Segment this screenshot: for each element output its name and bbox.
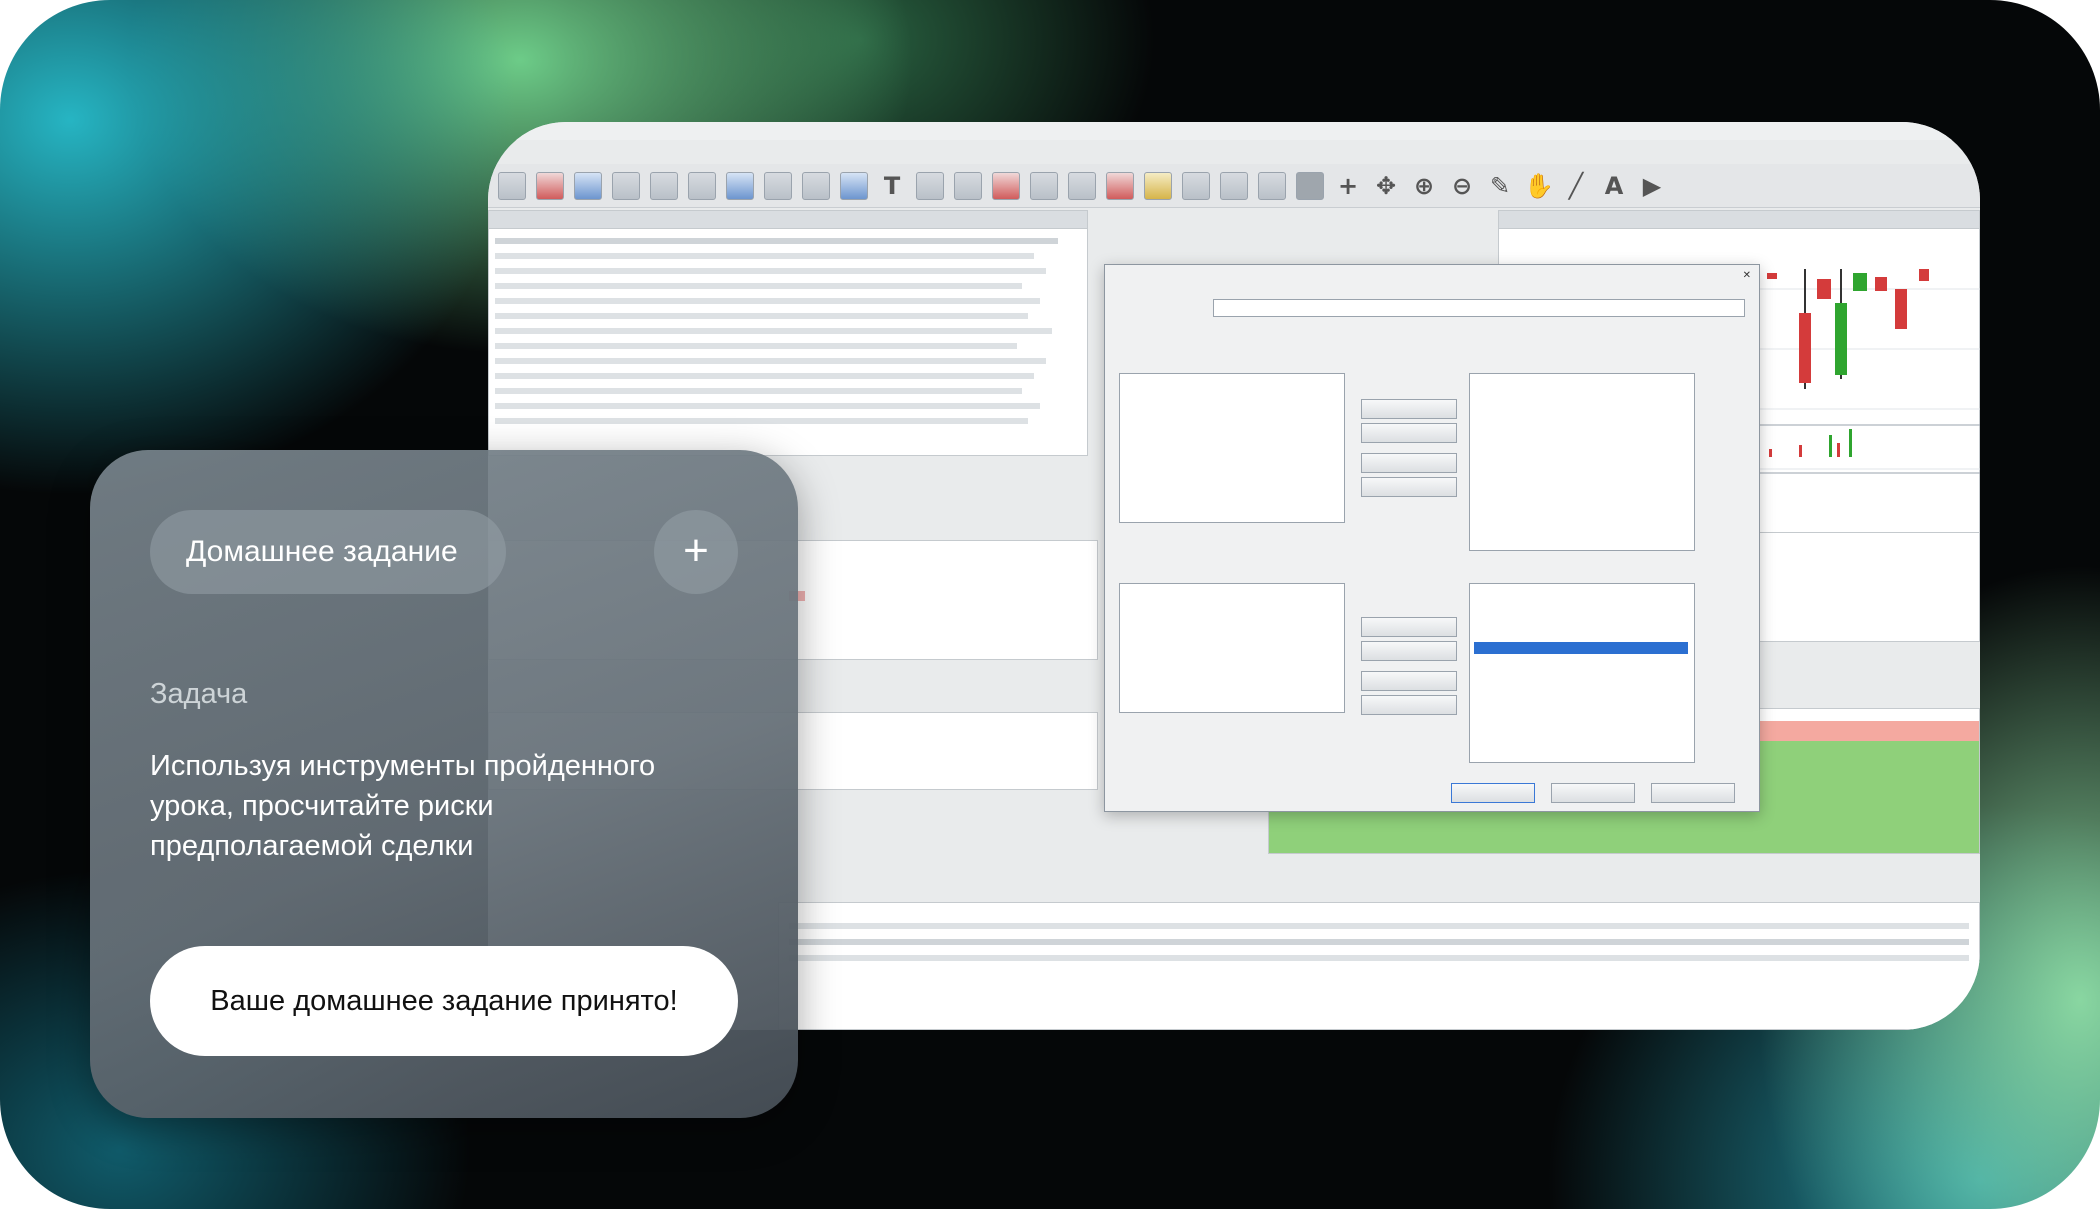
- toolbar-button: [726, 171, 754, 200]
- quotes-pane: [488, 210, 1088, 456]
- dialog-help-button: [1651, 783, 1735, 803]
- add-button[interactable]: +: [654, 510, 738, 594]
- close-icon: ✕: [1742, 270, 1751, 281]
- dialog-title: ✕: [1105, 265, 1759, 287]
- toolbar-button: [574, 171, 602, 200]
- dialog-button: [1361, 477, 1457, 497]
- dialog-button: [1361, 617, 1457, 637]
- available-instruments-list: [1119, 373, 1345, 523]
- dialog-cancel-button: [1551, 783, 1635, 803]
- info-icon: [840, 171, 868, 200]
- selected-params-list: [1469, 583, 1695, 763]
- toolbar-button: [992, 171, 1020, 200]
- toolbar-button: [650, 171, 678, 200]
- toolbar-button: [954, 171, 982, 200]
- chart-header: [1499, 211, 1979, 229]
- toolbar-button: [1258, 171, 1286, 200]
- text-tool-icon: T: [883, 171, 901, 200]
- toolbar-button: [1030, 171, 1058, 200]
- dialog-button: [1361, 641, 1457, 661]
- dialog-name-field: [1213, 299, 1745, 317]
- dialog-button: [1361, 453, 1457, 473]
- toolbar-button: [612, 171, 640, 200]
- toolbar-button: [1068, 171, 1096, 200]
- terminal-menubar: [488, 142, 1980, 160]
- crosshair-icon: +: [1337, 171, 1359, 200]
- toolbar-button: [498, 171, 526, 200]
- toolbar-button: [916, 171, 944, 200]
- quotes-pane-header: [489, 211, 1087, 229]
- dialog-button: [1361, 423, 1457, 443]
- toolbar-button: [1106, 171, 1134, 200]
- font-icon: A: [1604, 171, 1624, 200]
- toolbar-button: [688, 171, 716, 200]
- pencil-icon: ✎: [1489, 171, 1511, 200]
- move-icon: ✥: [1375, 171, 1397, 200]
- task-label: Задача: [150, 678, 248, 710]
- hand-icon: ✋: [1524, 171, 1554, 200]
- toolbar-button: [802, 171, 830, 200]
- task-description: Используя инструменты пройденного урока,…: [150, 750, 656, 862]
- toolbar-button: [1296, 171, 1324, 200]
- selected-instruments-list: [1469, 373, 1695, 551]
- homework-card: Домашнее задание + Задача Используя инст…: [90, 450, 798, 1118]
- dialog-ok-button: [1451, 783, 1535, 803]
- toolbar-button: [1182, 171, 1210, 200]
- table-settings-dialog: ✕: [1104, 264, 1760, 812]
- dialog-button: [1361, 695, 1457, 715]
- quotes-table-placeholder: [489, 229, 1087, 437]
- background: T + ✥ ⊕ ⊖ ✎ ✋ ╱ A ▶ ✕ Домашнее задание +…: [0, 0, 2100, 1209]
- homework-accepted-button[interactable]: Ваше домашнее задание принято!: [150, 946, 738, 1056]
- homework-tag[interactable]: Домашнее задание: [150, 510, 506, 594]
- toolbar-button: [764, 171, 792, 200]
- bottom-table-pane: [778, 902, 1980, 1030]
- toolbar-button: [1220, 171, 1248, 200]
- available-params-list: [1119, 583, 1345, 713]
- zoom-out-icon: ⊖: [1451, 171, 1473, 200]
- dialog-button: [1361, 399, 1457, 419]
- terminal-toolbar: T + ✥ ⊕ ⊖ ✎ ✋ ╱ A ▶: [488, 164, 1980, 208]
- toolbar-button: [536, 171, 564, 200]
- arrow-icon: ▶: [1642, 171, 1662, 200]
- zoom-in-icon: ⊕: [1413, 171, 1435, 200]
- toolbar-button: [1144, 171, 1172, 200]
- line-icon: ╱: [1568, 171, 1584, 200]
- terminal-titlebar: [488, 122, 1980, 140]
- dialog-button: [1361, 671, 1457, 691]
